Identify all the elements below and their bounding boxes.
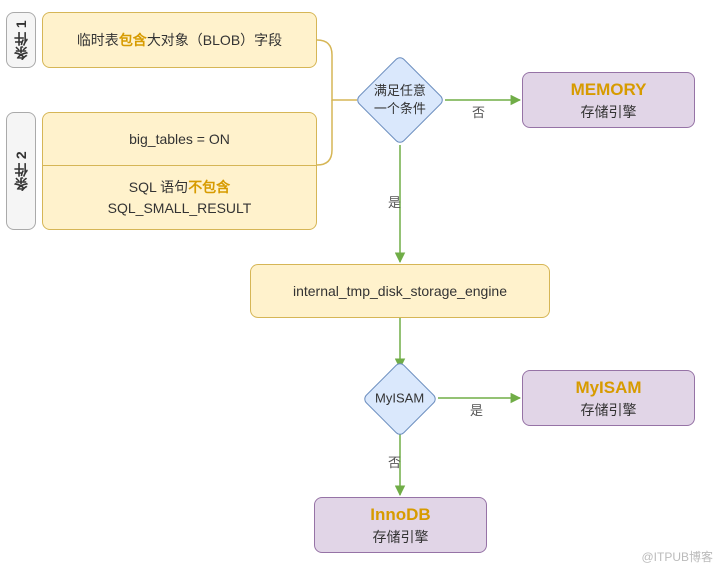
decision-myisam: MyISAM bbox=[362, 361, 438, 437]
decision2-text: MyISAM bbox=[375, 390, 424, 408]
condition1-box: 临时表包含大对象（BLOB）字段 bbox=[42, 12, 317, 68]
edge-d1-no: 否 bbox=[472, 102, 485, 121]
result-myisam-title: MyISAM bbox=[575, 375, 641, 401]
decision-any-condition: 满足任意 一个条件 bbox=[355, 55, 446, 146]
condition1-text: 临时表包含大对象（BLOB）字段 bbox=[77, 30, 282, 51]
condition2-box: big_tables = ON SQL 语句不包含 SQL_SMALL_RESU… bbox=[42, 112, 317, 230]
result-memory: MEMORY 存储引擎 bbox=[522, 72, 695, 128]
result-memory-sub: 存储引擎 bbox=[581, 102, 637, 123]
condition2-row2: SQL 语句不包含 SQL_SMALL_RESULT bbox=[43, 165, 316, 229]
condition2-row1: big_tables = ON bbox=[43, 113, 316, 165]
condition1-label-text: 条件 1 bbox=[11, 20, 31, 60]
result-memory-title: MEMORY bbox=[571, 77, 647, 103]
edge-d2-no: 否 bbox=[388, 452, 401, 471]
result-innodb: InnoDB 存储引擎 bbox=[314, 497, 487, 553]
edge-d1-yes: 是 bbox=[388, 192, 401, 211]
result-innodb-sub: 存储引擎 bbox=[373, 527, 429, 548]
result-myisam-sub: 存储引擎 bbox=[581, 400, 637, 421]
result-innodb-title: InnoDB bbox=[370, 502, 430, 528]
condition2-label: 条件 2 bbox=[6, 112, 36, 230]
condition1-label: 条件 1 bbox=[6, 12, 36, 68]
result-myisam: MyISAM 存储引擎 bbox=[522, 370, 695, 426]
condition2-label-text: 条件 2 bbox=[11, 151, 31, 191]
watermark: @ITPUB博客 bbox=[641, 548, 713, 565]
edge-d2-yes: 是 bbox=[470, 400, 483, 419]
process-storage-engine-var: internal_tmp_disk_storage_engine bbox=[250, 264, 550, 318]
decision1-text: 满足任意 一个条件 bbox=[374, 82, 426, 118]
